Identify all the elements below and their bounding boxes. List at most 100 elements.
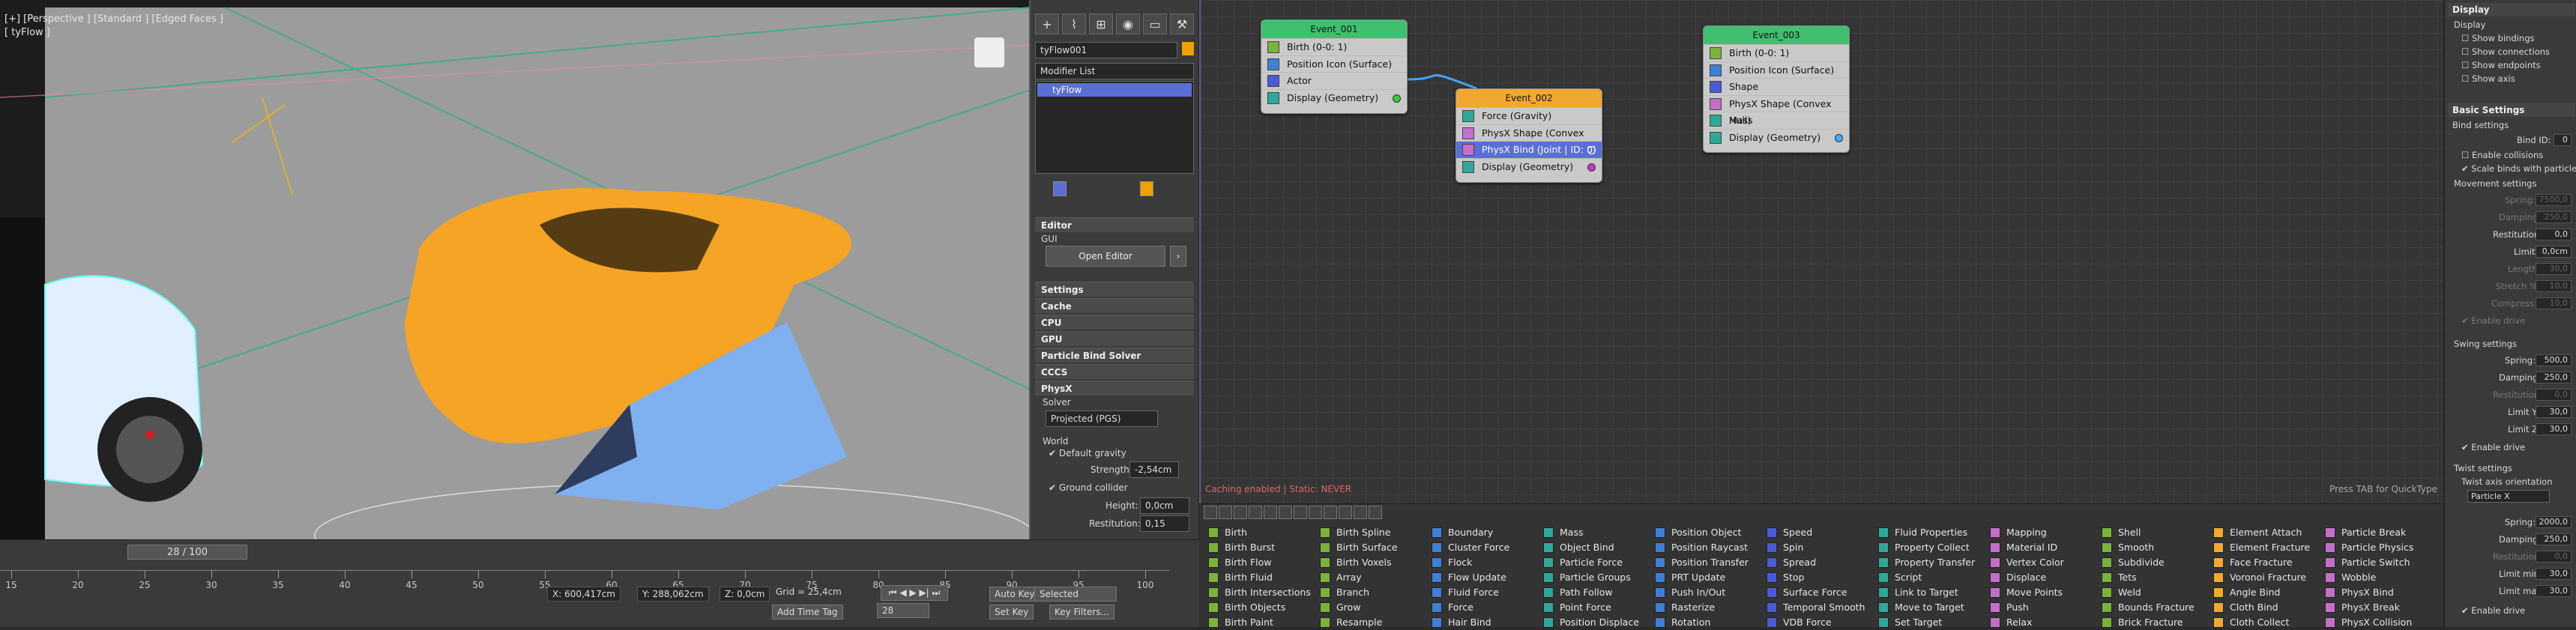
strength-field[interactable]: -2,54cm [1129, 461, 1179, 478]
operator-item[interactable]: Speed [1767, 525, 1865, 540]
rollout-settings[interactable]: Settings [1035, 282, 1194, 297]
operator-item[interactable]: Point Force [1543, 600, 1639, 615]
operator-item[interactable]: Element Fracture [2213, 540, 2310, 555]
operator-item[interactable]: Birth Burst [1208, 540, 1311, 555]
event-002-title[interactable]: Event_002 [1456, 89, 1602, 107]
operator-item[interactable]: Boundary [1432, 525, 1509, 540]
show-axis-checkbox[interactable]: ☐ Show axis [2461, 73, 2515, 84]
operator-item[interactable]: Position Transfer [1655, 555, 1749, 570]
tool-icon[interactable] [1339, 506, 1352, 519]
time-slider[interactable]: 28 / 100 [127, 545, 247, 560]
swing-restitution-field[interactable]: 0,0 [2536, 389, 2572, 401]
operator-item[interactable]: Force [1432, 600, 1509, 615]
operator-item[interactable]: Fluid Force [1432, 585, 1509, 600]
limit-y-field[interactable]: 30,0 [2536, 406, 2572, 418]
op-force[interactable]: Force (Gravity) [1456, 107, 1602, 124]
op-shape[interactable]: Shape [1704, 78, 1849, 95]
operator-item[interactable]: Vertex Color [1990, 555, 2064, 570]
object-name-field[interactable]: tyFlow001 [1035, 42, 1177, 58]
operator-item[interactable]: Shell [2102, 525, 2195, 540]
operator-item[interactable]: Cloth Bind [2213, 600, 2310, 615]
coord-z[interactable]: Z: 0,0cm [720, 587, 770, 602]
limit-field[interactable]: 0,0cm [2536, 246, 2572, 258]
twist-axis-dropdown[interactable]: Particle X [2467, 490, 2550, 503]
length-field[interactable]: 30,0 [2536, 263, 2572, 275]
default-gravity-checkbox[interactable]: ✔ Default gravity [1049, 448, 1126, 458]
op-actor[interactable]: Actor [1261, 72, 1407, 89]
operator-item[interactable]: Birth [1208, 525, 1311, 540]
twist-enable-drive-checkbox[interactable]: ✔ Enable drive [2461, 605, 2525, 616]
operator-item[interactable]: Rasterize [1655, 600, 1749, 615]
operator-item[interactable]: Push In/Out [1655, 585, 1749, 600]
operator-item[interactable]: Birth Paint [1208, 615, 1311, 630]
ground-collider-checkbox[interactable]: ✔ Ground collider [1049, 482, 1128, 493]
key-filters-button[interactable]: Key Filters... [1049, 605, 1114, 620]
operator-item[interactable]: Temporal Smooth [1767, 600, 1865, 615]
frame-field[interactable]: 28 [877, 603, 929, 618]
enable-collisions-checkbox[interactable]: ☐ Enable collisions [2461, 150, 2543, 160]
operator-item[interactable]: Cloth Collect [2213, 615, 2310, 630]
swing-damping-field[interactable]: 250,0 [2536, 372, 2572, 384]
op-birth[interactable]: Birth (0-0: 1) [1704, 44, 1849, 61]
coord-y[interactable]: Y: 288,062cm [637, 587, 709, 602]
operator-item[interactable]: Particle Groups [1543, 570, 1639, 585]
tool-icon[interactable] [1219, 506, 1232, 519]
event-002-node[interactable]: Event_002 Force (Gravity) PhysX Shape (C… [1456, 88, 1602, 183]
tool-icon[interactable] [1234, 506, 1247, 519]
hierarchy-tab-icon[interactable]: ⊞ [1089, 13, 1113, 34]
rollout-cpu[interactable]: CPU [1035, 315, 1194, 330]
editor-arrow-button[interactable]: › [1170, 246, 1186, 267]
operator-item[interactable]: Rotation [1655, 615, 1749, 630]
set-key-button[interactable]: Set Key [989, 605, 1034, 620]
swing-enable-drive-checkbox[interactable]: ✔ Enable drive [2461, 442, 2525, 452]
operator-item[interactable]: Resample [1320, 615, 1398, 630]
restitution-field[interactable]: 0,0 [2536, 228, 2572, 240]
operator-item[interactable]: Property Collect [1878, 540, 1975, 555]
op-display[interactable]: Display (Geometry) [1261, 88, 1407, 106]
viewport-perspective[interactable]: [+] [Perspective ] [Standard ] [Edged Fa… [0, 0, 1031, 539]
playback-controls[interactable]: ⏮ ◀ ▶ ▶| ⏭ [881, 585, 948, 601]
scale-binds-checkbox[interactable]: ✔ Scale binds with particles [2461, 163, 2576, 174]
utilities-tab-icon[interactable]: ⚒ [1170, 13, 1194, 34]
operator-item[interactable]: Position Displace [1543, 615, 1639, 630]
operator-item[interactable]: Wobble [2325, 570, 2413, 585]
op-position-icon[interactable]: Position Icon (Surface) [1704, 61, 1849, 79]
rollout-cccs[interactable]: CCCS [1035, 364, 1194, 379]
tool-icon[interactable] [1324, 506, 1337, 519]
rollout-editor[interactable]: Editor [1035, 217, 1194, 232]
operator-item[interactable]: Birth Objects [1208, 600, 1311, 615]
operator-item[interactable]: Grow [1320, 600, 1398, 615]
operator-item[interactable]: Tets [2102, 570, 2195, 585]
operator-item[interactable]: PhysX Break [2325, 600, 2413, 615]
event-001-title[interactable]: Event_001 [1261, 20, 1407, 38]
operator-item[interactable]: Script [1878, 570, 1975, 585]
object-color-swatch[interactable] [1182, 42, 1194, 55]
operator-item[interactable]: Set Target [1878, 615, 1975, 630]
operator-item[interactable]: Move Points [1990, 585, 2064, 600]
tool-icon[interactable] [1369, 506, 1382, 519]
tool-icon[interactable] [1354, 506, 1367, 519]
operator-item[interactable]: Fluid Properties [1878, 525, 1975, 540]
operator-item[interactable]: Stop [1767, 570, 1865, 585]
operator-item[interactable]: Spread [1767, 555, 1865, 570]
spring-field[interactable]: 7500,0 [2536, 194, 2572, 206]
op-birth[interactable]: Birth (0-0: 1) [1261, 38, 1407, 55]
operator-item[interactable]: Smooth [2102, 540, 2195, 555]
operator-item[interactable]: Birth Flow [1208, 555, 1311, 570]
damping-field[interactable]: 250,0 [2536, 211, 2572, 223]
tyflow-graph-editor[interactable]: Event_001 Birth (0-0: 1) Position Icon (… [1199, 0, 2443, 503]
operator-item[interactable]: Flock [1432, 555, 1509, 570]
modifier-list-dropdown[interactable]: Modifier List [1035, 63, 1194, 79]
operator-item[interactable]: Branch [1320, 585, 1398, 600]
tool-icon[interactable] [1279, 506, 1292, 519]
swing-spring-field[interactable]: 500,0 [2536, 354, 2572, 366]
restitution-field[interactable]: 0,15 [1140, 515, 1189, 532]
solver-dropdown[interactable]: Projected (PGS) [1046, 411, 1158, 427]
operator-item[interactable]: Birth Spline [1320, 525, 1398, 540]
modify-tab-icon[interactable]: ⌇ [1062, 13, 1086, 34]
operator-item[interactable]: Particle Switch [2325, 555, 2413, 570]
operator-item[interactable]: Particle Physics [2325, 540, 2413, 555]
op-physx-shape[interactable]: PhysX Shape (Convex Hull) [1456, 124, 1602, 155]
tool-icon[interactable] [1249, 506, 1262, 519]
op-mass[interactable]: Mass [1704, 112, 1849, 129]
